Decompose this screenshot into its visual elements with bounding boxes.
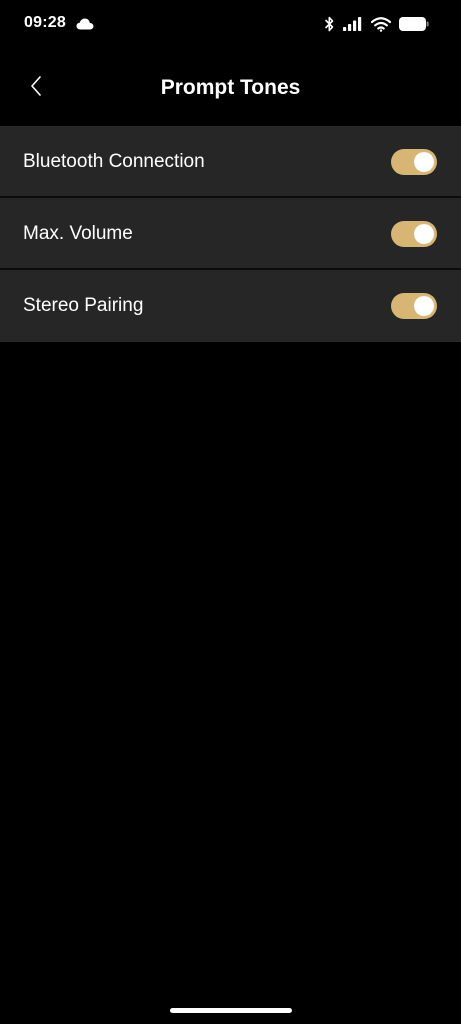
- home-indicator[interactable]: [170, 1008, 292, 1013]
- toggle-knob: [414, 152, 434, 172]
- setting-row-bluetooth-connection: Bluetooth Connection: [0, 126, 461, 198]
- toggle-knob: [414, 224, 434, 244]
- setting-label: Stereo Pairing: [23, 295, 144, 316]
- setting-row-stereo-pairing: Stereo Pairing: [0, 270, 461, 342]
- bluetooth-connection-toggle[interactable]: [391, 149, 437, 175]
- cloud-icon: [76, 17, 94, 30]
- status-bar: 09:28: [0, 0, 461, 48]
- toggle-knob: [414, 296, 434, 316]
- settings-list: Bluetooth Connection Max. Volume Stereo …: [0, 126, 461, 342]
- signal-icon: [343, 17, 363, 31]
- setting-label: Bluetooth Connection: [23, 151, 205, 172]
- stereo-pairing-toggle[interactable]: [391, 293, 437, 319]
- page-title: Prompt Tones: [160, 76, 301, 99]
- status-icons: [324, 14, 429, 34]
- bluetooth-icon: [324, 16, 335, 32]
- status-time: 09:28: [24, 14, 66, 31]
- setting-label: Max. Volume: [23, 223, 133, 244]
- setting-row-max-volume: Max. Volume: [0, 198, 461, 270]
- max-volume-toggle[interactable]: [391, 221, 437, 247]
- header: Prompt Tones: [0, 60, 461, 118]
- wifi-icon: [371, 16, 391, 32]
- battery-icon: [399, 17, 429, 31]
